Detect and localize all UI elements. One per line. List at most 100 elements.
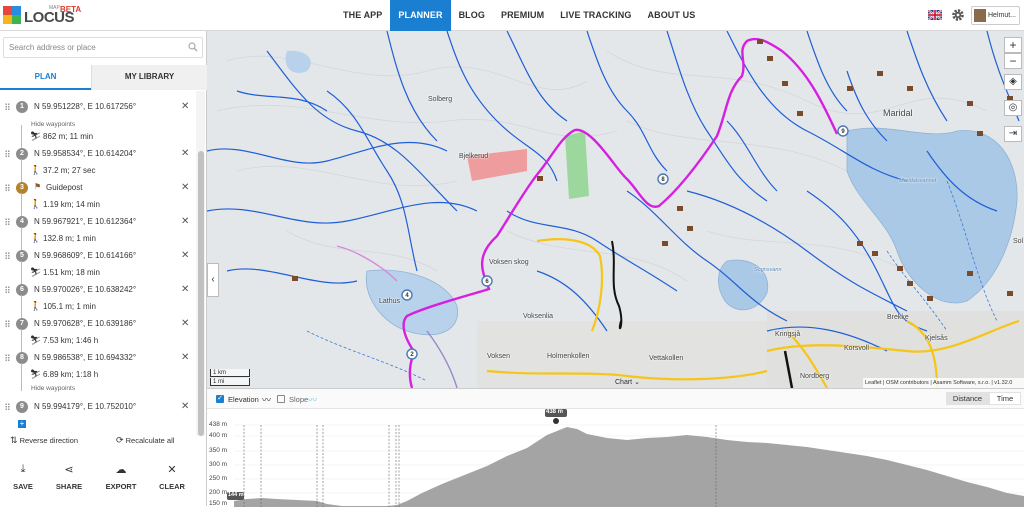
- close-icon[interactable]: ✕: [181, 352, 189, 363]
- nav-the-app[interactable]: THE APP: [335, 0, 390, 31]
- waypoint-label[interactable]: Guidepost: [46, 183, 82, 192]
- map-attribution[interactable]: Leaflet | OSM contributors | Asamm Softw…: [863, 378, 1024, 388]
- drag-handle-icon[interactable]: [5, 354, 10, 362]
- elevation-label: Elevation: [228, 395, 259, 404]
- time-toggle[interactable]: Time: [989, 392, 1021, 405]
- map-view[interactable]: 2 4 6 8 9 Solberg Bjelkerud Voksen skog …: [207, 31, 1024, 388]
- nav-blog[interactable]: BLOG: [451, 0, 493, 31]
- export-button[interactable]: ☁ EXPORT: [104, 463, 138, 491]
- locate-icon[interactable]: ◎: [1004, 100, 1022, 116]
- zoom-out-button[interactable]: −: [1004, 53, 1022, 69]
- drag-handle-icon[interactable]: [5, 150, 10, 158]
- collapse-sidebar-button[interactable]: ‹: [207, 263, 219, 297]
- place-label: Maridal: [883, 108, 913, 118]
- nav-live-tracking[interactable]: LIVE TRACKING: [552, 0, 639, 31]
- close-icon[interactable]: ✕: [181, 148, 189, 159]
- clear-label: CLEAR: [159, 482, 185, 491]
- drag-handle-icon[interactable]: [5, 403, 10, 411]
- elevation-chart[interactable]: [207, 409, 1024, 507]
- drag-handle-icon[interactable]: [5, 286, 10, 294]
- zoom-in-button[interactable]: +: [1004, 37, 1022, 53]
- user-menu[interactable]: Helmut...: [971, 6, 1020, 25]
- waypoint-list: 1 N 59.951228°, E 10.617256° ✕ Hide wayp…: [0, 91, 196, 436]
- cloud-download-icon: ☁: [115, 464, 127, 476]
- sign-in-icon[interactable]: ⇥: [1004, 126, 1022, 142]
- drag-handle-icon[interactable]: [5, 184, 10, 192]
- walk-icon[interactable]: 🚶: [30, 165, 41, 176]
- waypoint-label[interactable]: N 59.970628°, E 10.639186°: [34, 319, 136, 328]
- tab-plan[interactable]: PLAN: [0, 65, 91, 90]
- waypoint-label[interactable]: N 59.958534°, E 10.614204°: [34, 149, 136, 158]
- slope-line-icon: 〰: [308, 395, 318, 405]
- close-icon[interactable]: ✕: [181, 101, 189, 112]
- segment-label: 132.8 m; 1 min: [43, 234, 96, 243]
- close-icon[interactable]: ✕: [181, 318, 189, 329]
- place-label: Kjelsås: [925, 335, 948, 342]
- y-tick-label: 200 m: [209, 489, 228, 496]
- nav-about-us[interactable]: ABOUT US: [640, 0, 704, 31]
- close-icon[interactable]: ✕: [181, 284, 189, 295]
- y-tick-label: 300 m: [209, 461, 228, 468]
- y-tick-label: 438 m: [209, 421, 228, 428]
- waypoint-label[interactable]: N 59.994179°, E 10.752010°: [34, 402, 136, 411]
- waypoint-number: 7: [16, 318, 28, 330]
- drag-handle-icon[interactable]: [5, 218, 10, 226]
- drag-handle-icon[interactable]: [5, 252, 10, 260]
- scrollbar-thumb[interactable]: [198, 151, 204, 436]
- walk-icon[interactable]: 🚶: [30, 199, 41, 210]
- waypoint-label[interactable]: N 59.951228°, E 10.617256°: [34, 102, 136, 111]
- pin-8: 8: [657, 173, 669, 185]
- close-icon[interactable]: ✕: [181, 401, 189, 412]
- segment-label: 1.51 km; 18 min: [43, 268, 100, 277]
- elevation-line-icon: 〰: [262, 395, 272, 405]
- add-waypoint-icon[interactable]: +: [18, 420, 26, 428]
- close-icon[interactable]: ✕: [181, 216, 189, 227]
- search-icon[interactable]: [188, 42, 198, 52]
- waypoint-label[interactable]: N 59.970026°, E 10.638242°: [34, 285, 136, 294]
- hide-waypoints-label[interactable]: Hide waypoints: [31, 385, 75, 392]
- segment-label: 6.89 km; 1:18 h: [43, 370, 99, 379]
- layers-icon[interactable]: ◈: [1004, 74, 1022, 90]
- close-icon[interactable]: ✕: [181, 182, 189, 193]
- share-button[interactable]: ⋖ SHARE: [54, 463, 84, 491]
- y-tick-label: 400 m: [209, 432, 228, 439]
- nav-planner[interactable]: PLANNER: [390, 0, 451, 31]
- waypoint-label[interactable]: N 59.967921°, E 10.612364°: [34, 217, 136, 226]
- slope-checkbox[interactable]: [277, 395, 285, 403]
- locus-logo[interactable]: LOCUS MAP BETA: [3, 3, 83, 29]
- recalculate-all-button[interactable]: ⟳ Recalculate all: [116, 435, 174, 446]
- save-button[interactable]: ⤓ SAVE: [10, 463, 36, 491]
- waypoint-label[interactable]: N 59.968609°, E 10.614166°: [34, 251, 136, 260]
- segment-label: 105.1 m; 1 min: [43, 302, 96, 311]
- distance-toggle[interactable]: Distance: [946, 392, 989, 405]
- ski-icon[interactable]: ⛷: [30, 267, 41, 278]
- search-input[interactable]: Search address or place: [3, 37, 203, 58]
- place-label: Kringsjå: [775, 331, 801, 338]
- clear-button[interactable]: ✕ CLEAR: [158, 463, 186, 491]
- place-label: Lathus: [379, 298, 401, 305]
- map-canvas[interactable]: 2 4 6 8 9: [207, 31, 1024, 388]
- uk-flag-icon[interactable]: [928, 10, 942, 20]
- reverse-direction-button[interactable]: ⇅ Reverse direction: [10, 435, 78, 446]
- drag-handle-icon[interactable]: [5, 103, 10, 111]
- place-label: Vettakollen: [649, 355, 684, 362]
- close-icon[interactable]: ✕: [181, 250, 189, 261]
- elevation-checkbox[interactable]: ✓: [216, 395, 224, 403]
- walk-icon[interactable]: 🚶: [30, 233, 41, 244]
- ski-icon[interactable]: ⛷: [30, 131, 41, 142]
- tab-my-library[interactable]: MY LIBRARY: [91, 65, 207, 90]
- ski-icon[interactable]: ⛷: [30, 335, 41, 346]
- scale-km: 1 km: [210, 369, 250, 377]
- sidebar-tabs: PLAN MY LIBRARY: [0, 65, 207, 90]
- gear-icon[interactable]: [951, 8, 965, 22]
- hide-waypoints-label[interactable]: Hide waypoints: [31, 121, 75, 128]
- waypoint-label[interactable]: N 59.986538°, E 10.694332°: [34, 353, 136, 362]
- nav-premium[interactable]: PREMIUM: [493, 0, 552, 31]
- waypoint-number: 6: [16, 284, 28, 296]
- chart-toggle[interactable]: Chart ⌄: [615, 378, 655, 388]
- elevation-profile: [234, 427, 1024, 507]
- walk-icon[interactable]: 🚶: [30, 301, 41, 312]
- drag-handle-icon[interactable]: [5, 320, 10, 328]
- reverse-label: Reverse direction: [19, 436, 78, 445]
- ski-icon[interactable]: ⛷: [30, 369, 41, 380]
